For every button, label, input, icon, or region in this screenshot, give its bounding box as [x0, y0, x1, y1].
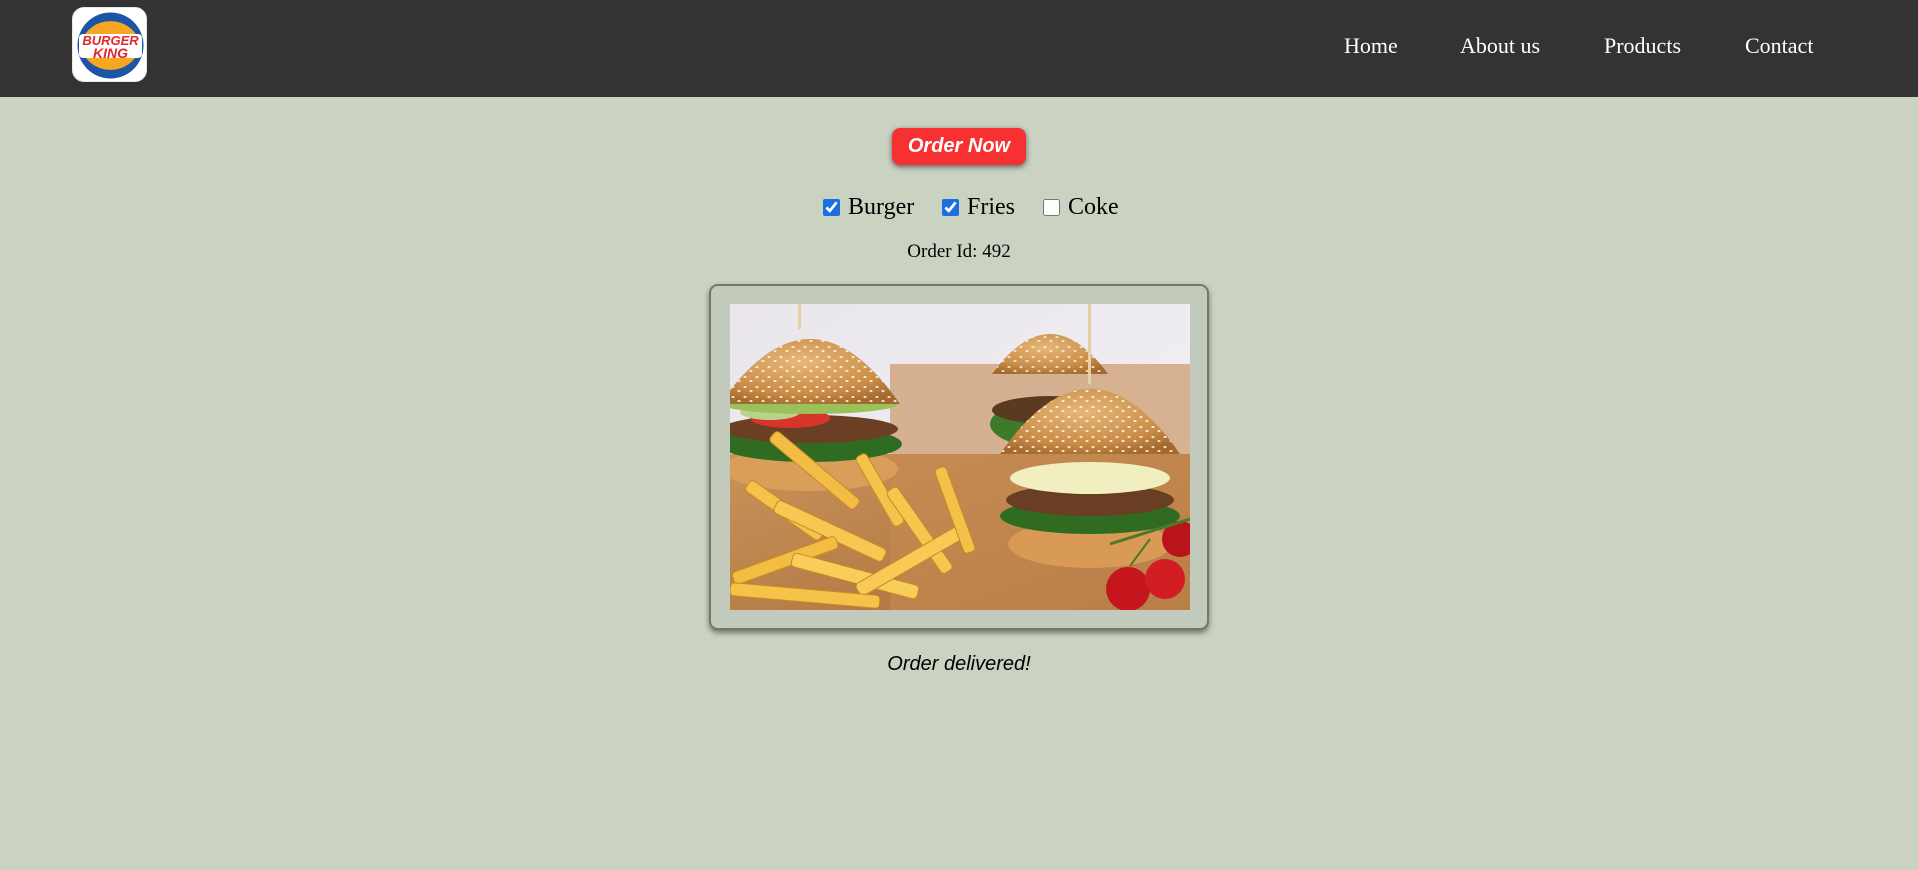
nav-about-us[interactable]: About us	[1460, 33, 1540, 59]
nav-products[interactable]: Products	[1604, 33, 1681, 59]
burgers-and-fries-image	[730, 304, 1190, 610]
food-image-card	[709, 284, 1209, 630]
logo-text-king: KING	[93, 45, 128, 61]
burger-king-logo[interactable]: BURGER KING	[72, 7, 147, 82]
navbar: BURGER KING Home About us Products Conta…	[0, 0, 1918, 97]
nav-home[interactable]: Home	[1344, 33, 1398, 59]
burger-label[interactable]: Burger	[848, 194, 914, 221]
order-now-button[interactable]: Order Now	[892, 128, 1026, 165]
option-fries: Fries	[942, 192, 1015, 222]
coke-label[interactable]: Coke	[1068, 194, 1119, 221]
order-id: Order Id: 492	[907, 241, 1011, 262]
burger-king-logo-icon: BURGER KING	[77, 12, 144, 79]
option-coke: Coke	[1043, 192, 1119, 222]
option-burger: Burger	[823, 192, 914, 222]
burgers-and-fries-photo	[730, 304, 1190, 610]
order-options: Burger Fries Coke	[0, 192, 1918, 222]
burger-checkbox[interactable]	[823, 198, 840, 216]
order-status: Order delivered!	[887, 653, 1031, 675]
fries-label[interactable]: Fries	[967, 194, 1015, 221]
coke-checkbox[interactable]	[1043, 198, 1060, 216]
nav-contact[interactable]: Contact	[1745, 33, 1813, 59]
fries-checkbox[interactable]	[942, 198, 959, 216]
